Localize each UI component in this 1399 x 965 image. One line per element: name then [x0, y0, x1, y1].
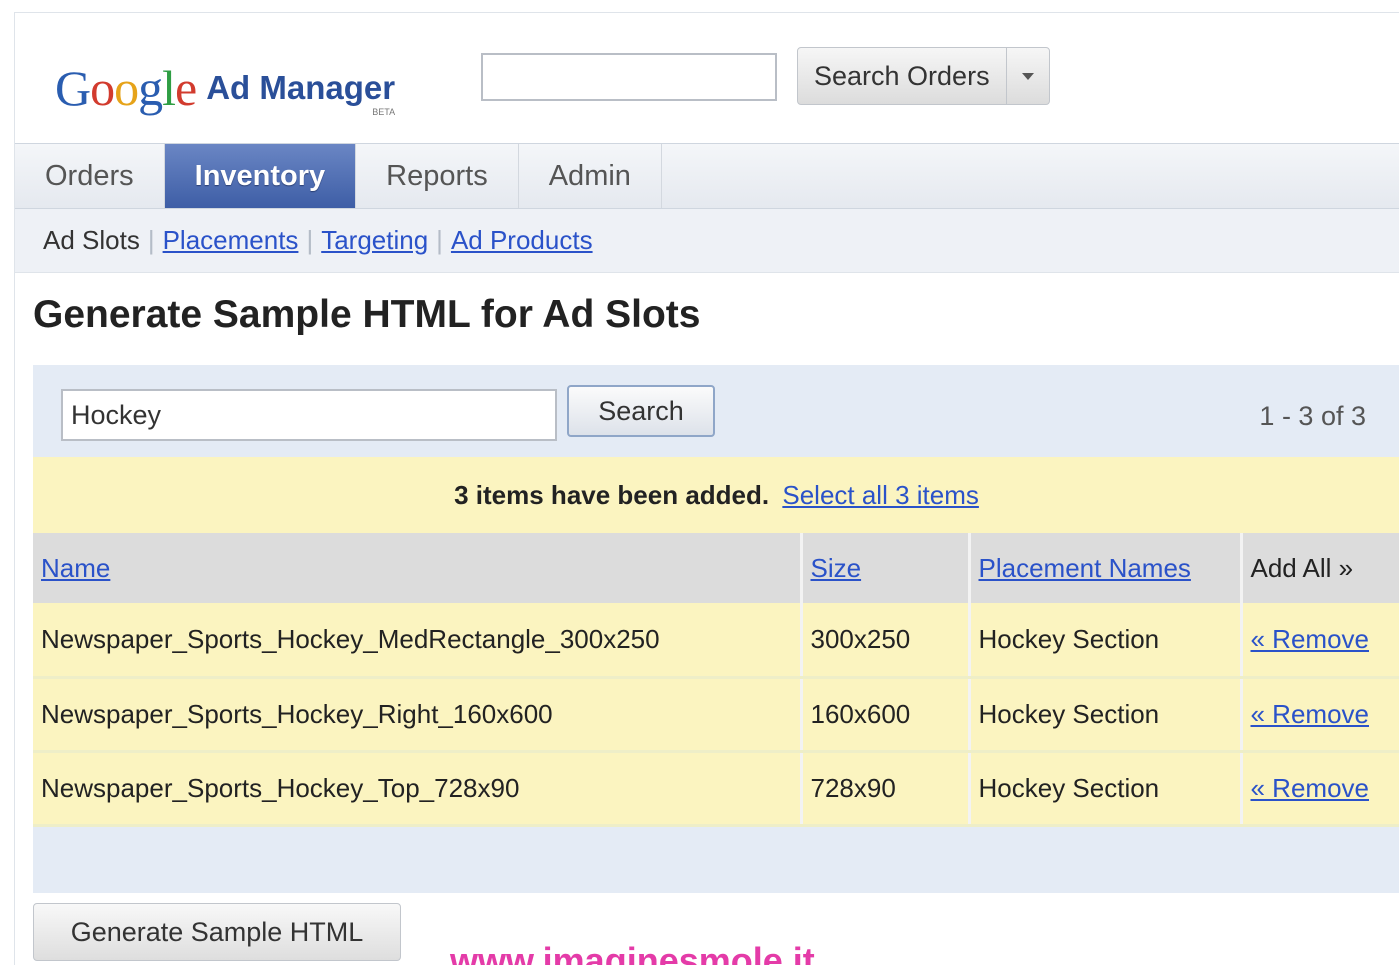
slot-placement: Hockey Section	[969, 751, 1243, 827]
add-all-link[interactable]: Add All »	[1241, 533, 1399, 603]
remove-cell: « Remove	[1241, 751, 1399, 827]
google-logo-text: Google	[55, 60, 197, 116]
beta-label: BETA	[372, 107, 396, 117]
table-row: Newspaper_Sports_Hockey_Top_728x90 728x9…	[33, 751, 1399, 827]
search-orders-button[interactable]: Search Orders	[797, 47, 1050, 105]
subnav-separator: |	[436, 225, 443, 255]
subnav-ad-products[interactable]: Ad Products	[451, 225, 593, 256]
subnav-targeting[interactable]: Targeting	[321, 225, 428, 256]
sub-navigation: Ad Slots | Placements | Targeting | Ad P…	[15, 209, 1399, 273]
search-button[interactable]: Search	[567, 385, 715, 437]
header-placement-names[interactable]: Placement Names	[969, 533, 1243, 603]
tab-inventory[interactable]: Inventory	[164, 144, 357, 208]
tab-admin[interactable]: Admin	[519, 144, 662, 208]
search-orders-input[interactable]	[481, 53, 777, 101]
remove-link[interactable]: « Remove	[1251, 699, 1370, 729]
search-options-dropdown[interactable]	[1007, 48, 1049, 104]
notice-message: 3 items have been added.	[454, 480, 770, 510]
google-ad-manager-logo[interactable]: Google Ad Manager BETA	[55, 43, 396, 117]
slot-name: Newspaper_Sports_Hockey_MedRectangle_300…	[33, 603, 803, 679]
subnav-separator: |	[147, 225, 155, 255]
slot-placement: Hockey Section	[969, 677, 1243, 753]
tab-orders[interactable]: Orders	[15, 144, 165, 208]
header-placement-link[interactable]: Placement Names	[979, 553, 1191, 583]
watermark-text: www.imaginesmole.it	[450, 940, 815, 965]
generate-sample-html-button[interactable]: Generate Sample HTML	[33, 903, 401, 961]
remove-cell: « Remove	[1241, 677, 1399, 753]
remove-cell: « Remove	[1241, 603, 1399, 679]
header-size[interactable]: Size	[801, 533, 971, 603]
header-size-link[interactable]: Size	[811, 553, 862, 583]
header: Google Ad Manager BETA Search Orders	[15, 13, 1399, 143]
subnav-ad-slots: Ad Slots	[43, 225, 140, 255]
ad-slot-panel: Hockey Search 1 - 3 of 3 3 items have be…	[33, 365, 1399, 893]
page-title: Generate Sample HTML for Ad Slots	[33, 293, 701, 336]
slot-name: Newspaper_Sports_Hockey_Top_728x90	[33, 751, 803, 827]
tab-reports[interactable]: Reports	[356, 144, 519, 208]
subnav-separator: |	[306, 225, 314, 255]
table-row: Newspaper_Sports_Hockey_Right_160x600 16…	[33, 677, 1399, 753]
ad-slot-search-input[interactable]: Hockey	[61, 389, 557, 441]
table-row: Newspaper_Sports_Hockey_MedRectangle_300…	[33, 603, 1399, 679]
search-orders-label: Search Orders	[798, 48, 1007, 104]
product-name: Ad Manager	[206, 69, 396, 106]
header-name[interactable]: Name	[33, 533, 803, 603]
slot-placement: Hockey Section	[969, 603, 1243, 679]
ad-slots-table: Name Size Placement Names Add All » News…	[33, 533, 1399, 827]
slot-size: 160x600	[801, 677, 971, 753]
selection-notice: 3 items have been added. Select all 3 it…	[33, 457, 1399, 533]
header-name-link[interactable]: Name	[41, 553, 110, 583]
chevron-down-icon	[1021, 72, 1034, 80]
slot-size: 300x250	[801, 603, 971, 679]
pagination-status: 1 - 3 of 3	[1259, 401, 1366, 431]
slot-size: 728x90	[801, 751, 971, 827]
slot-name: Newspaper_Sports_Hockey_Right_160x600	[33, 677, 803, 753]
select-all-link[interactable]: Select all 3 items	[782, 480, 979, 510]
remove-link[interactable]: « Remove	[1251, 624, 1370, 654]
remove-link[interactable]: « Remove	[1251, 773, 1370, 803]
app-frame: Google Ad Manager BETA Search Orders Ord…	[14, 12, 1399, 965]
main-tabs: Orders Inventory Reports Admin	[15, 143, 1399, 209]
subnav-placements[interactable]: Placements	[163, 225, 299, 256]
table-header-row: Name Size Placement Names Add All »	[33, 533, 1399, 603]
